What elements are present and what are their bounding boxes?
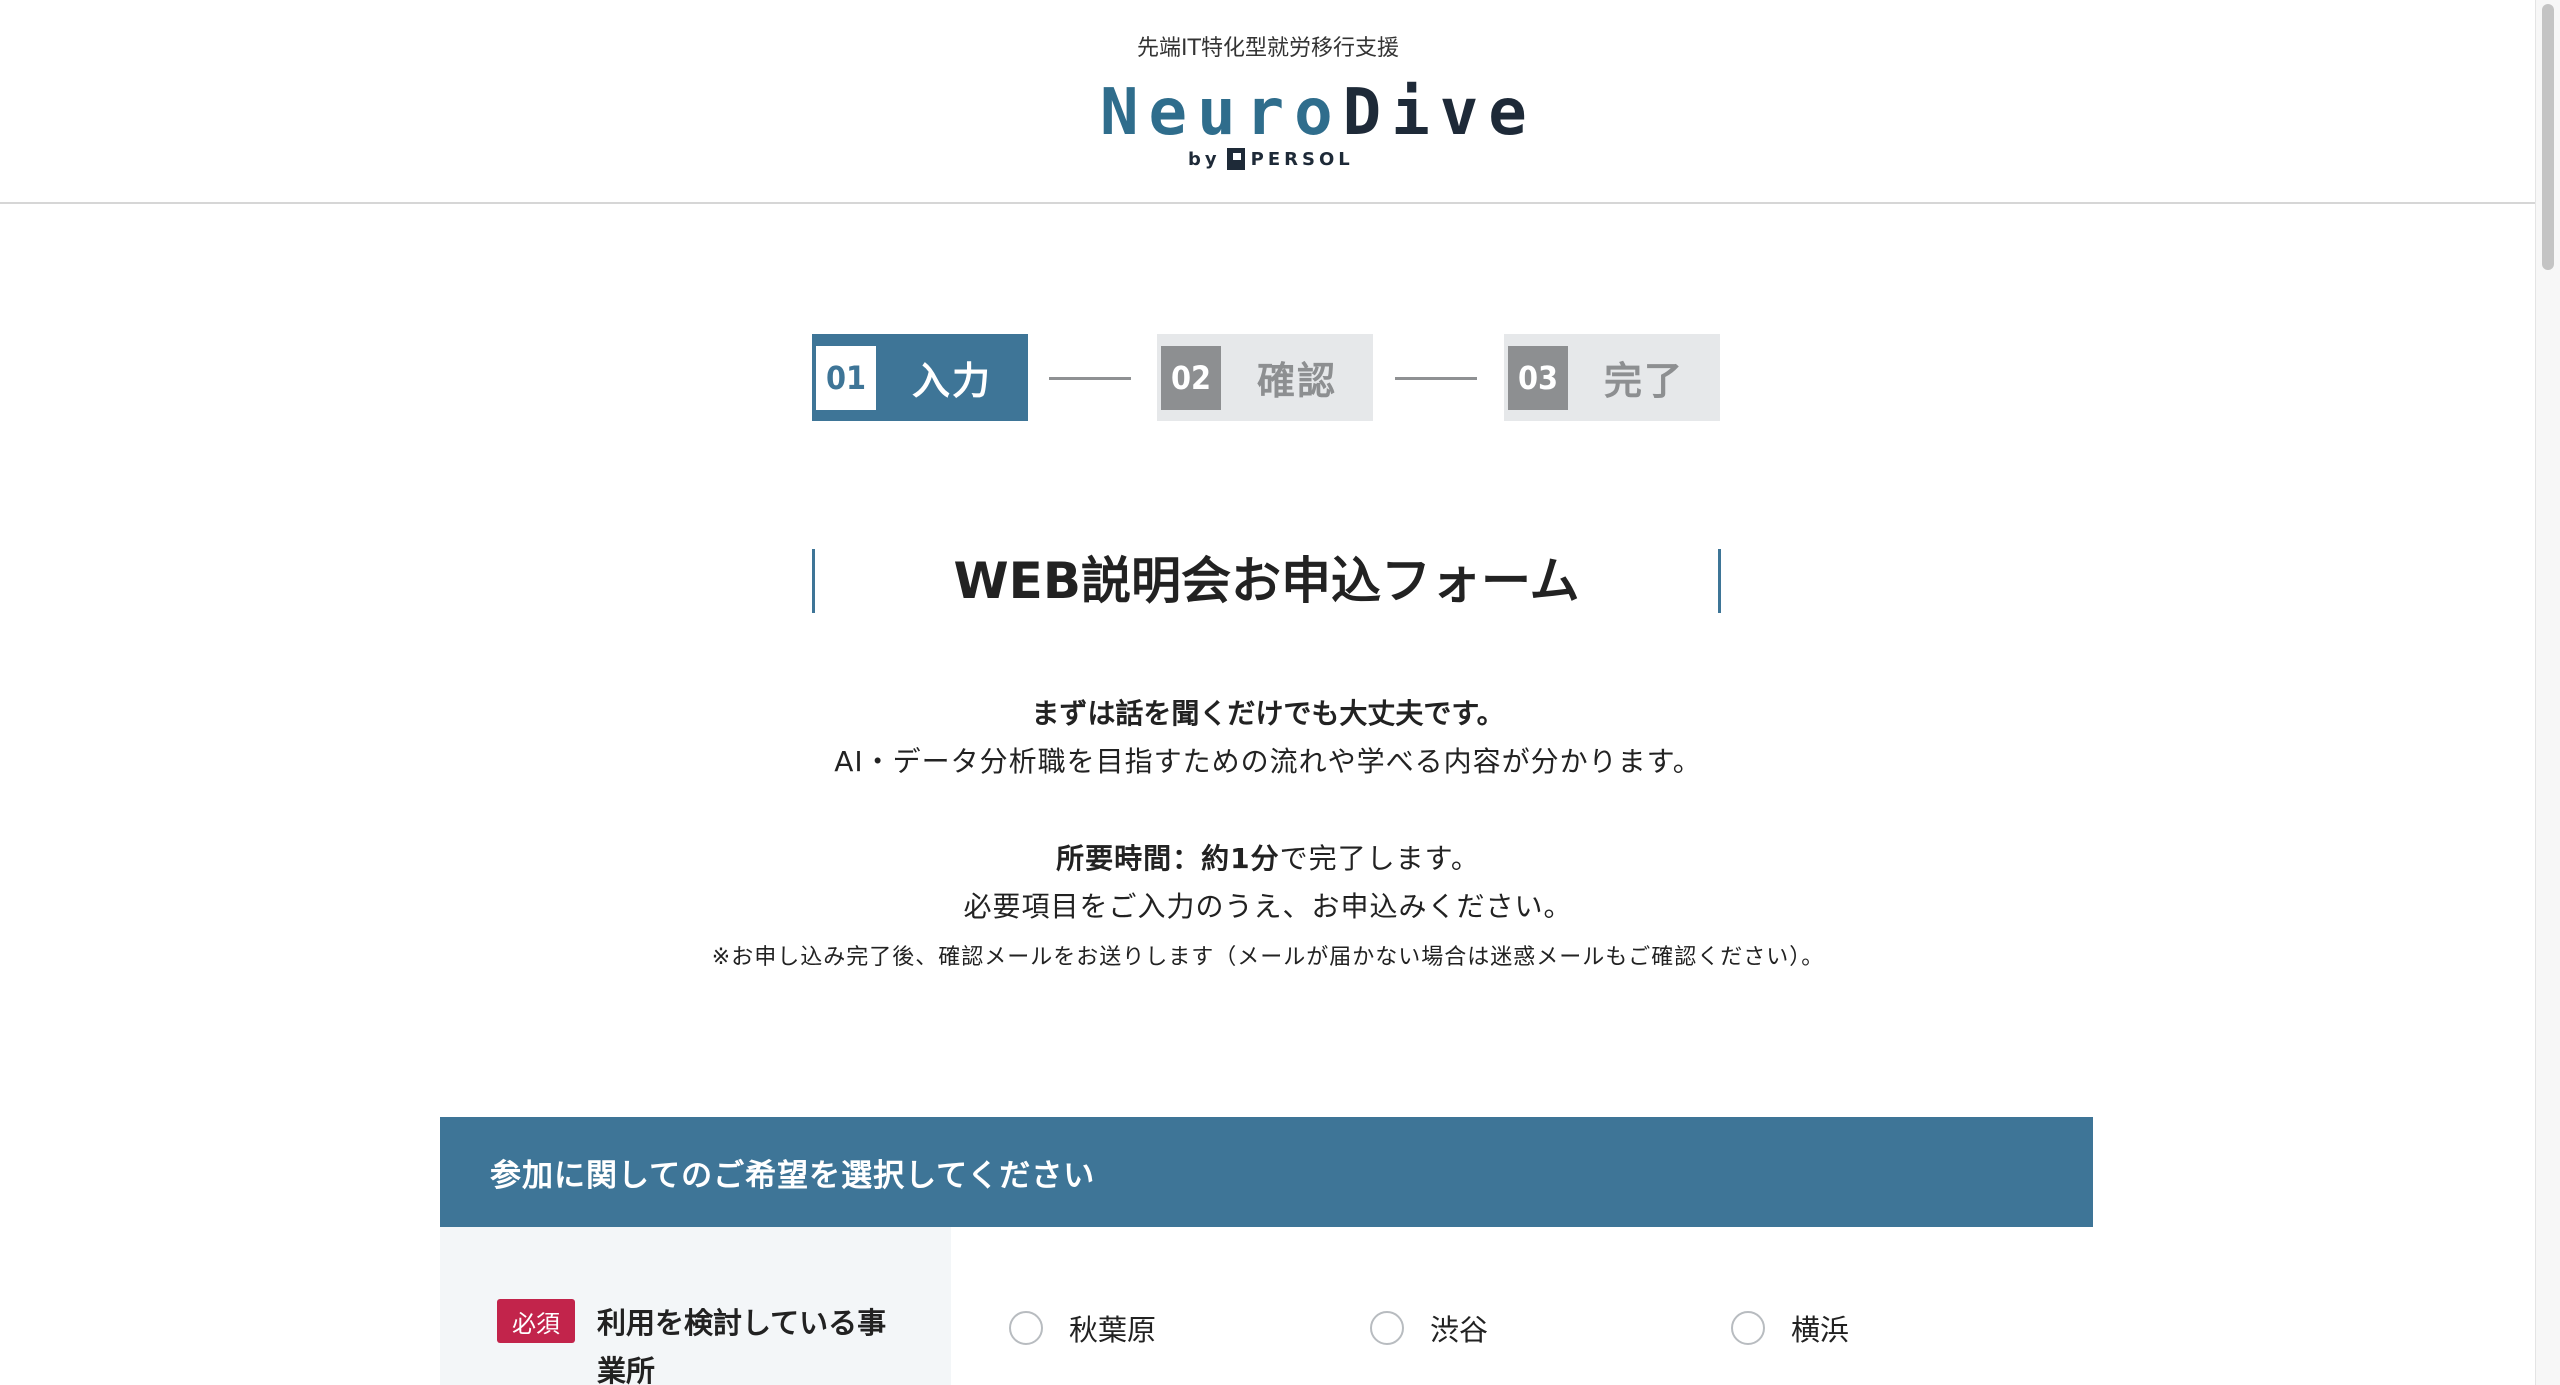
step-connector <box>1049 377 1131 380</box>
form-title: WEB説明会お申込フォーム <box>812 549 1721 613</box>
intro-time: 所要時間：約1分で完了します。 <box>0 837 2536 877</box>
required-badge: 必須 <box>497 1299 575 1343</box>
logo-word-neuro: Neuro <box>1100 76 1343 150</box>
radio-button[interactable] <box>1370 1311 1404 1345</box>
office-field-label: 利用を検討している事業所 <box>597 1306 887 1385</box>
step-label: 完了 <box>1604 359 1685 403</box>
radio-option-akihabara[interactable]: 秋葉原 <box>1009 1307 1156 1349</box>
radio-button[interactable] <box>1009 1311 1043 1345</box>
vertical-scrollbar[interactable] <box>2535 0 2560 1385</box>
step-number: 01 <box>816 345 876 410</box>
neurodive-logo[interactable]: NeuroDive by PERSOL <box>1100 78 1527 178</box>
persol-mark-icon <box>1226 148 1245 170</box>
logo-wordmark: NeuroDive <box>1100 78 1537 148</box>
intro-required: 必要項目をご入力のうえ、お申込みください。 <box>963 890 1573 923</box>
site-header: 先端IT特化型就労移行支援 NeuroDive by PERSOL <box>0 0 2536 204</box>
radio-button[interactable] <box>1731 1311 1765 1345</box>
step-complete: 03 完了 <box>1504 334 1720 421</box>
step-confirm: 02 確認 <box>1157 334 1373 421</box>
step-number: 02 <box>1161 345 1221 410</box>
time-suffix: で完了します。 <box>1279 842 1480 875</box>
header-tagline: 先端IT特化型就労移行支援 <box>1137 36 1399 61</box>
step-label: 確認 <box>1257 359 1338 403</box>
step-label: 入力 <box>912 359 993 403</box>
intro-note: ※お申し込み完了後、確認メールをお送りします（メールが届かない場合は迷惑メールも… <box>711 945 1825 970</box>
step-input: 01 入力 <box>812 334 1028 421</box>
radio-option-yokohama[interactable]: 横浜 <box>1731 1307 1849 1349</box>
logo-word-dive: Dive <box>1342 76 1537 150</box>
page: 先端IT特化型就労移行支援 NeuroDive by PERSOL 01 入力 … <box>0 0 2560 1385</box>
step-connector <box>1395 377 1477 380</box>
office-field-label-cell: 必須 利用を検討している事業所 <box>440 1227 951 1385</box>
time-label: 所要時間：約1分 <box>1056 842 1280 875</box>
intro-description: AI・データ分析職を目指すための流れや学べる内容が分かります。 <box>834 745 1702 778</box>
radio-label: 横浜 <box>1791 1313 1850 1347</box>
logo-by: by <box>1188 148 1221 170</box>
office-field-row: 必須 利用を検討している事業所 秋葉原 渋谷 横浜 <box>440 1227 2093 1385</box>
radio-option-shibuya[interactable]: 渋谷 <box>1370 1307 1488 1349</box>
logo-byline: by PERSOL <box>1188 148 1354 170</box>
scrollbar-thumb[interactable] <box>2542 4 2554 270</box>
step-number: 03 <box>1508 345 1568 410</box>
section-header: 参加に関してのご希望を選択してください <box>440 1117 2093 1227</box>
logo-brand: PERSOL <box>1250 148 1354 170</box>
radio-label: 秋葉原 <box>1069 1313 1157 1347</box>
radio-label: 渋谷 <box>1430 1313 1489 1347</box>
intro-lead: まずは話を聞くだけでも大丈夫です。 <box>1031 697 1505 730</box>
